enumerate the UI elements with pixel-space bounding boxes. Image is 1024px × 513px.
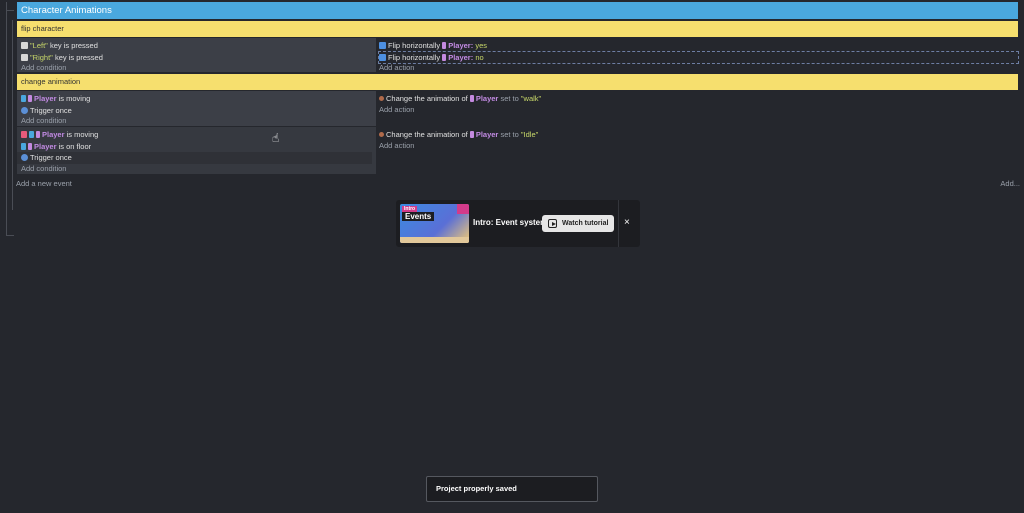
action-text: Change the animation of <box>386 130 468 139</box>
player-icon <box>469 95 474 103</box>
condition-player-not-moving[interactable]: Player is moving <box>21 129 376 141</box>
actions-panel: Change the animation of Player set to "w… <box>379 91 1018 126</box>
animation-icon <box>379 96 384 102</box>
object-name: Player: <box>448 41 474 50</box>
condition-left-key[interactable]: "Left" key is pressed <box>21 40 376 52</box>
flip-icon <box>379 53 386 61</box>
player-icon <box>442 42 447 50</box>
trigger-once-icon <box>21 154 28 162</box>
condition-trigger-once[interactable]: Trigger once <box>21 105 376 117</box>
condition-text: is moving <box>66 130 99 139</box>
add-action-button[interactable]: Add action <box>379 141 1018 151</box>
condition-player-moving[interactable]: Player is moving <box>21 93 376 105</box>
keyboard-icon <box>21 53 28 61</box>
action-text: Flip horizontally <box>388 52 441 62</box>
tutorial-title: Intro: Event system <box>473 218 548 227</box>
conditions-panel: Player is moving Player is on floor Trig… <box>17 127 376 174</box>
action-text: Change the animation of <box>386 94 468 103</box>
close-icon[interactable]: × <box>624 217 630 228</box>
object-name: Player <box>42 130 65 139</box>
action-flip-no[interactable]: Flip horizontally Player: no <box>378 50 1019 64</box>
action-text: set to <box>500 130 519 139</box>
condition-trigger-once[interactable]: Trigger once <box>17 152 372 164</box>
condition-right-key[interactable]: "Right" key is pressed <box>21 52 376 64</box>
condition-text: key is pressed <box>49 41 98 50</box>
event-walk[interactable]: Player is moving Trigger once Add condit… <box>17 91 1018 126</box>
object-name: Player: <box>448 52 474 62</box>
platformer-icon <box>21 142 26 150</box>
action-value: yes <box>475 41 487 50</box>
conditions-panel: "Left" key is pressed "Right" key is pre… <box>17 38 376 72</box>
condition-text: Trigger once <box>30 105 72 115</box>
key-name: "Left" <box>30 41 48 50</box>
player-icon <box>469 131 474 139</box>
action-change-animation-idle[interactable]: Change the animation of Player set to "I… <box>379 129 1018 141</box>
thumbnail-ground <box>400 237 469 243</box>
group-header[interactable]: Character Animations <box>17 2 1018 19</box>
object-name: Player <box>34 141 57 151</box>
action-value: no <box>475 52 484 62</box>
movement-icon <box>29 131 34 139</box>
add-condition-button[interactable]: Add condition <box>21 164 376 174</box>
object-name: Player <box>34 94 57 103</box>
keyboard-icon <box>21 42 28 50</box>
event-idle[interactable]: Player is moving Player is on floor Trig… <box>17 127 1018 174</box>
action-text: set to <box>500 94 519 103</box>
actions-panel: Change the animation of Player set to "I… <box>379 127 1018 174</box>
add-more-button[interactable]: Add... <box>1000 179 1020 188</box>
invert-icon <box>21 131 27 139</box>
action-value: "Idle" <box>520 130 539 139</box>
action-flip-yes[interactable]: Flip horizontally Player: yes <box>379 40 1018 52</box>
guide-tick <box>6 235 14 236</box>
player-icon <box>28 142 32 150</box>
save-toast: Project properly saved <box>426 476 598 502</box>
condition-player-on-floor[interactable]: Player is on floor <box>21 141 376 153</box>
watch-tutorial-button[interactable]: Watch tutorial <box>542 215 614 232</box>
add-new-event-button[interactable]: Add a new event <box>16 179 72 188</box>
comment-change-animation[interactable]: change animation <box>17 74 1018 90</box>
play-icon <box>548 219 557 228</box>
comment-flip-character[interactable]: flip character <box>17 21 1018 37</box>
add-action-button[interactable]: Add action <box>379 105 1018 115</box>
event-guide-line <box>12 20 13 210</box>
player-icon <box>28 95 32 103</box>
guide-tick <box>6 10 14 11</box>
condition-text: key is pressed <box>54 52 103 62</box>
flip-icon <box>379 42 386 50</box>
condition-text: Trigger once <box>30 153 72 162</box>
animation-icon <box>379 132 384 138</box>
actions-panel: Flip horizontally Player: yes Flip horiz… <box>378 38 1019 73</box>
condition-text: is moving <box>58 94 91 103</box>
brand-corner-icon <box>457 204 469 214</box>
action-change-animation-walk[interactable]: Change the animation of Player set to "w… <box>379 93 1018 105</box>
hand-cursor-icon: ☝ <box>272 131 280 145</box>
trigger-once-icon <box>21 106 28 114</box>
object-name: Player <box>475 94 499 103</box>
condition-text: is on floor <box>58 141 92 151</box>
divider <box>618 200 619 247</box>
event-flip[interactable]: "Left" key is pressed "Right" key is pre… <box>17 38 1019 73</box>
player-icon <box>442 53 447 61</box>
tutorial-card: Intro Events Intro: Event system Watch t… <box>396 200 640 247</box>
object-name: Player <box>475 130 499 139</box>
tutorial-thumbnail[interactable]: Intro Events <box>400 204 469 243</box>
key-name: "Right" <box>30 52 53 62</box>
add-condition-button[interactable]: Add condition <box>21 63 376 73</box>
action-text: Flip horizontally <box>388 41 441 50</box>
conditions-panel: Player is moving Trigger once Add condit… <box>17 91 376 126</box>
action-value: "walk" <box>520 94 542 103</box>
player-icon <box>36 131 40 139</box>
watch-tutorial-label: Watch tutorial <box>562 220 609 227</box>
add-action-button[interactable]: Add action <box>379 63 1018 73</box>
add-condition-button[interactable]: Add condition <box>21 116 376 126</box>
group-guide-line <box>6 2 7 236</box>
movement-icon <box>21 95 26 103</box>
thumbnail-badge-big: Events <box>402 212 435 221</box>
